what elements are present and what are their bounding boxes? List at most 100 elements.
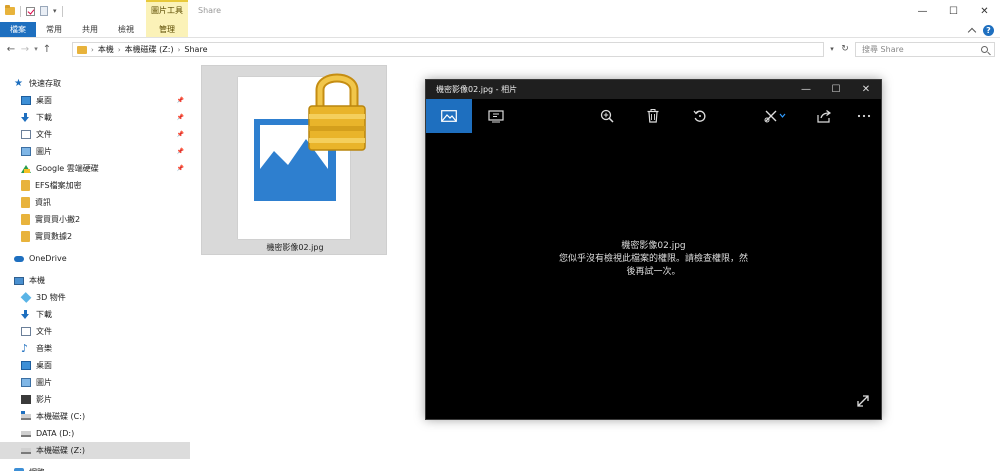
drive-icon [21,430,31,437]
rotate-button[interactable] [684,99,716,133]
more-options-button[interactable] [848,99,880,133]
nav-item[interactable]: 本機磁碟 (C:) [0,408,190,425]
breadcrumb-this-pc[interactable]: 本機 [98,44,114,55]
new-folder-icon[interactable] [40,6,48,16]
more-icon [857,114,871,118]
nav-item[interactable]: DATA (D:) [0,425,190,442]
nav-item-label: 圖片 [36,378,52,387]
refresh-icon[interactable]: ↻ [838,42,852,57]
tab-manage[interactable]: 管理 [146,22,188,37]
close-button[interactable]: ✕ [969,0,1000,22]
error-file-name: 機密影像02.jpg [621,241,686,251]
nav-item[interactable]: OneDrive [0,250,190,267]
nav-item[interactable]: 圖片 [0,374,190,391]
nav-item[interactable]: 實買買小撇2 [0,211,190,228]
chevron-right-icon[interactable]: › [178,46,181,54]
chevron-right-icon[interactable]: › [118,46,121,54]
lock-icon [308,73,366,151]
nav-item[interactable]: 資訊 [0,194,190,211]
photos-close-button[interactable]: ✕ [851,80,881,99]
folder-icon [5,5,15,15]
nav-item-label: 資訊 [35,198,51,207]
full-screen-icon[interactable] [855,393,871,409]
nav-item[interactable]: 文件 📌 [0,126,190,143]
tab-home[interactable]: 常用 [36,22,72,37]
delete-button[interactable] [637,99,669,133]
pin-icon: 📌 [176,165,184,172]
desktop-icon [21,96,31,105]
nav-item-label: 桌面 [36,361,52,370]
nav-item-label: OneDrive [29,254,67,263]
see-all-photos-button[interactable] [426,99,472,133]
properties-icon[interactable] [26,6,35,16]
nav-item-label: 本機磁碟 (C:) [36,412,86,421]
chevron-down-icon[interactable]: ▾ [53,7,57,15]
nav-item[interactable]: 本機 [0,272,190,289]
nav-item-label: 文件 [36,130,52,139]
navigation-pane: ★ 快速存取 桌面 📌 下載 📌 文件 📌 圖片 📌 Google 雲端硬碟 📌 EFS檔案加密 資訊 實買… [0,70,190,471]
tab-file[interactable]: 檔案 [0,22,36,37]
forward-button[interactable]: → [18,41,32,57]
file-item[interactable]: 機密影像02.jpg [201,65,387,255]
nav-item-label: 3D 物件 [36,293,66,302]
desktop-icon [21,361,31,370]
chevron-right-icon[interactable]: › [91,46,94,54]
up-button[interactable]: ↑ [40,41,54,57]
maximize-button[interactable]: ☐ [938,0,969,22]
photos-minimize-button[interactable]: — [791,80,821,99]
videos-icon [21,395,31,404]
address-dropdown-icon[interactable]: ▾ [826,42,838,57]
music-icon: ♪ [21,342,29,355]
nav-item[interactable]: 3D 物件 [0,289,190,306]
share-button[interactable] [808,99,840,133]
nav-item[interactable]: 下載 [0,306,190,323]
star-icon: ★ [14,78,23,89]
onedrive-icon [14,255,24,262]
slideshow-icon [488,109,504,122]
tab-view[interactable]: 檢視 [108,22,144,37]
nav-item[interactable]: 影片 [0,391,190,408]
nav-item[interactable]: 本機磁碟 (Z:) [0,442,190,459]
nav-item-label: 下載 [36,113,52,122]
recent-locations-icon[interactable]: ▾ [32,45,40,53]
search-icon[interactable] [981,46,988,53]
nav-item[interactable]: 桌面 [0,357,190,374]
back-button[interactable]: ← [4,41,18,57]
pictures-icon [21,378,31,387]
zoom-button[interactable] [591,99,623,133]
nav-item[interactable]: 網路 [0,464,190,471]
nav-item-label: 本機 [29,276,45,285]
nav-item[interactable]: ★ 快速存取 [0,75,190,92]
nav-item[interactable]: 下載 📌 [0,109,190,126]
breadcrumb-share[interactable]: Share [184,45,207,54]
pin-icon: 📌 [176,114,184,121]
breadcrumb-drive-z[interactable]: 本機磁碟 (Z:) [125,44,174,55]
share-icon [816,110,831,123]
search-input[interactable]: 搜尋 Share [855,42,995,57]
minimize-button[interactable]: — [907,0,938,22]
drive-icon [21,447,31,454]
help-icon[interactable]: ? [983,24,994,36]
photos-maximize-button[interactable]: ☐ [821,80,851,99]
nav-item[interactable]: ♪ 音樂 [0,340,190,357]
nav-item[interactable]: 實買數據2 [0,228,190,245]
expand-ribbon-icon[interactable] [967,27,977,36]
pin-icon: 📌 [176,97,184,104]
explorer-title-bar: ▾ 圖片工具 Share — ☐ ✕ [0,0,1000,22]
file-name-label: 機密影像02.jpg [266,243,324,252]
address-bar[interactable]: › 本機 › 本機磁碟 (Z:) › Share [72,42,824,57]
nav-item-label: 快速存取 [29,79,61,88]
delete-icon [647,109,659,123]
nav-item[interactable]: Google 雲端硬碟 📌 [0,160,190,177]
divider [61,5,63,17]
slideshow-button[interactable] [480,99,512,133]
tab-share[interactable]: 共用 [72,22,108,37]
nav-item[interactable]: 文件 [0,323,190,340]
nav-item[interactable]: 桌面 📌 [0,92,190,109]
folder-icon [21,180,30,191]
nav-item[interactable]: 圖片 📌 [0,143,190,160]
search-placeholder: 搜尋 Share [862,45,904,54]
nav-item-label: 影片 [36,395,52,404]
nav-item[interactable]: EFS檔案加密 [0,177,190,194]
edit-create-button[interactable] [760,99,792,133]
